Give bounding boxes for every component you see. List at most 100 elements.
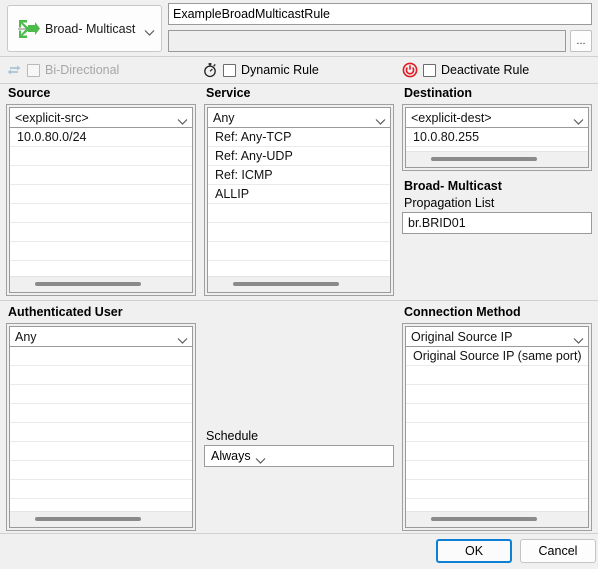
list-item-empty[interactable] [10,223,192,242]
connection-method-selector[interactable]: Original Source IP [405,326,589,347]
list-item-empty[interactable] [208,204,390,223]
list-item-empty[interactable] [10,185,192,204]
rule-type-selector[interactable]: Broad- Multicast [7,5,162,52]
destination-listbox[interactable]: 10.0.80.255 [405,128,589,168]
list-item[interactable]: Ref: ICMP [208,166,390,185]
list-item[interactable]: 10.0.80.0/24 [10,128,192,147]
scroll-thumb[interactable] [431,517,538,521]
option-dynamic-rule[interactable]: Dynamic Rule [202,61,319,79]
list-item-empty[interactable] [10,423,192,442]
list-item[interactable]: Ref: Any-UDP [208,147,390,166]
connection-method-listbox[interactable]: Original Source IP (same port) [405,347,589,528]
deactivate-rule-checkbox[interactable] [423,63,436,77]
connection-method-panel: Connection Method Original Source IP Ori… [402,305,592,531]
source-selector[interactable]: <explicit-src> [9,107,193,128]
stopwatch-icon [202,62,218,78]
source-hscrollbar[interactable] [10,276,192,292]
list-item-empty[interactable] [10,166,192,185]
dialog-header: Broad- Multicast ... [0,0,598,57]
chevron-down-icon [177,114,188,125]
authenticated-user-selector[interactable]: Any [9,326,193,347]
list-item-empty[interactable] [10,461,192,480]
service-frame: Any Ref: Any-TCP Ref: Any-UDP Ref: ICMP ALL… [204,104,394,296]
service-title: Service [206,86,251,100]
list-item-empty[interactable] [406,461,588,480]
service-selector[interactable]: Any [207,107,391,128]
list-item-empty[interactable] [406,366,588,385]
list-item-empty[interactable] [10,147,192,166]
bi-directional-checkbox [27,63,40,77]
panels-divider [0,300,598,301]
list-item[interactable]: 10.0.80.255 [406,128,588,147]
list-item-empty[interactable] [10,442,192,461]
authenticated-user-listbox[interactable] [9,347,193,528]
list-item-empty[interactable] [406,480,588,499]
destination-title: Destination [404,86,473,100]
service-panel: Service Any Ref: Any-TCP Ref: Any-UDP Ref:… [204,86,394,296]
list-item[interactable]: Ref: Any-TCP [208,128,390,147]
chevron-down-icon [573,114,584,125]
list-item-empty[interactable] [10,404,192,423]
destination-frame: <explicit-dest> 10.0.80.255 [402,104,592,171]
schedule-label: Schedule [206,429,259,443]
service-listbox[interactable]: Ref: Any-TCP Ref: Any-UDP Ref: ICMP ALLIP [207,128,391,293]
option-deactivate-rule[interactable]: Deactivate Rule [402,61,529,79]
destination-selector-value: <explicit-dest> [411,110,492,125]
list-item-empty[interactable] [208,242,390,261]
list-item-empty[interactable] [406,404,588,423]
source-panel: Source <explicit-src> 10.0.80.0/24 [6,86,196,296]
source-frame: <explicit-src> 10.0.80.0/24 [6,104,196,296]
ok-button[interactable]: OK [436,539,512,563]
cancel-button[interactable]: Cancel [520,539,596,563]
scroll-thumb[interactable] [431,157,538,161]
destination-selector[interactable]: <explicit-dest> [405,107,589,128]
scroll-thumb[interactable] [35,282,142,286]
rule-options-row: Bi-Directional Dynamic Rule Deactivate R… [0,58,598,84]
chevron-down-icon [375,114,386,125]
service-hscrollbar[interactable] [208,276,390,292]
list-item-empty[interactable] [406,423,588,442]
destination-panel: Destination <explicit-dest> 10.0.80.255 … [402,86,592,234]
list-item[interactable]: ALLIP [208,185,390,204]
options-divider [0,83,598,84]
browse-button[interactable]: ... [570,30,592,52]
multicast-arrows-icon [16,16,40,42]
authenticated-user-title: Authenticated User [8,305,123,319]
list-item-empty[interactable] [10,204,192,223]
rule-comment-input[interactable] [168,30,566,52]
authenticated-user-hscrollbar[interactable] [10,511,192,527]
connection-method-title: Connection Method [404,305,521,319]
connection-method-selector-value: Original Source IP [411,329,513,344]
chevron-down-icon [144,25,155,36]
list-item-empty[interactable] [406,442,588,461]
authenticated-user-panel: Authenticated User Any [6,305,196,531]
option-bi-directional: Bi-Directional [6,61,119,79]
list-item-empty[interactable] [406,385,588,404]
chevron-down-icon [255,453,266,464]
destination-hscrollbar[interactable] [406,151,588,167]
source-listbox[interactable]: 10.0.80.0/24 [9,128,193,293]
service-rows: Ref: Any-TCP Ref: Any-UDP Ref: ICMP ALLIP [208,128,390,292]
list-item-empty[interactable] [10,242,192,261]
list-item-empty[interactable] [10,385,192,404]
power-icon [402,62,418,78]
chevron-down-icon [573,333,584,344]
authenticated-user-frame: Any [6,323,196,531]
list-item-empty[interactable] [10,347,192,366]
rule-definition-panels: Source <explicit-src> 10.0.80.0/24 Servi… [0,86,598,298]
list-item[interactable]: Original Source IP (same port) [406,347,588,366]
list-item-empty[interactable] [10,480,192,499]
propagation-list-input[interactable] [402,212,592,234]
dynamic-rule-checkbox[interactable] [223,63,236,77]
dynamic-rule-label: Dynamic Rule [241,63,319,77]
rule-name-input[interactable] [168,3,592,25]
connection-method-hscrollbar[interactable] [406,511,588,527]
list-item-empty[interactable] [10,366,192,385]
list-item-empty[interactable] [208,223,390,242]
schedule-selector[interactable]: Always [204,445,394,467]
scroll-thumb[interactable] [35,517,142,521]
bi-directional-label: Bi-Directional [45,63,120,77]
propagation-section-title: Broad- Multicast [404,179,502,193]
schedule-panel: Schedule Always [204,429,394,467]
scroll-thumb[interactable] [233,282,340,286]
